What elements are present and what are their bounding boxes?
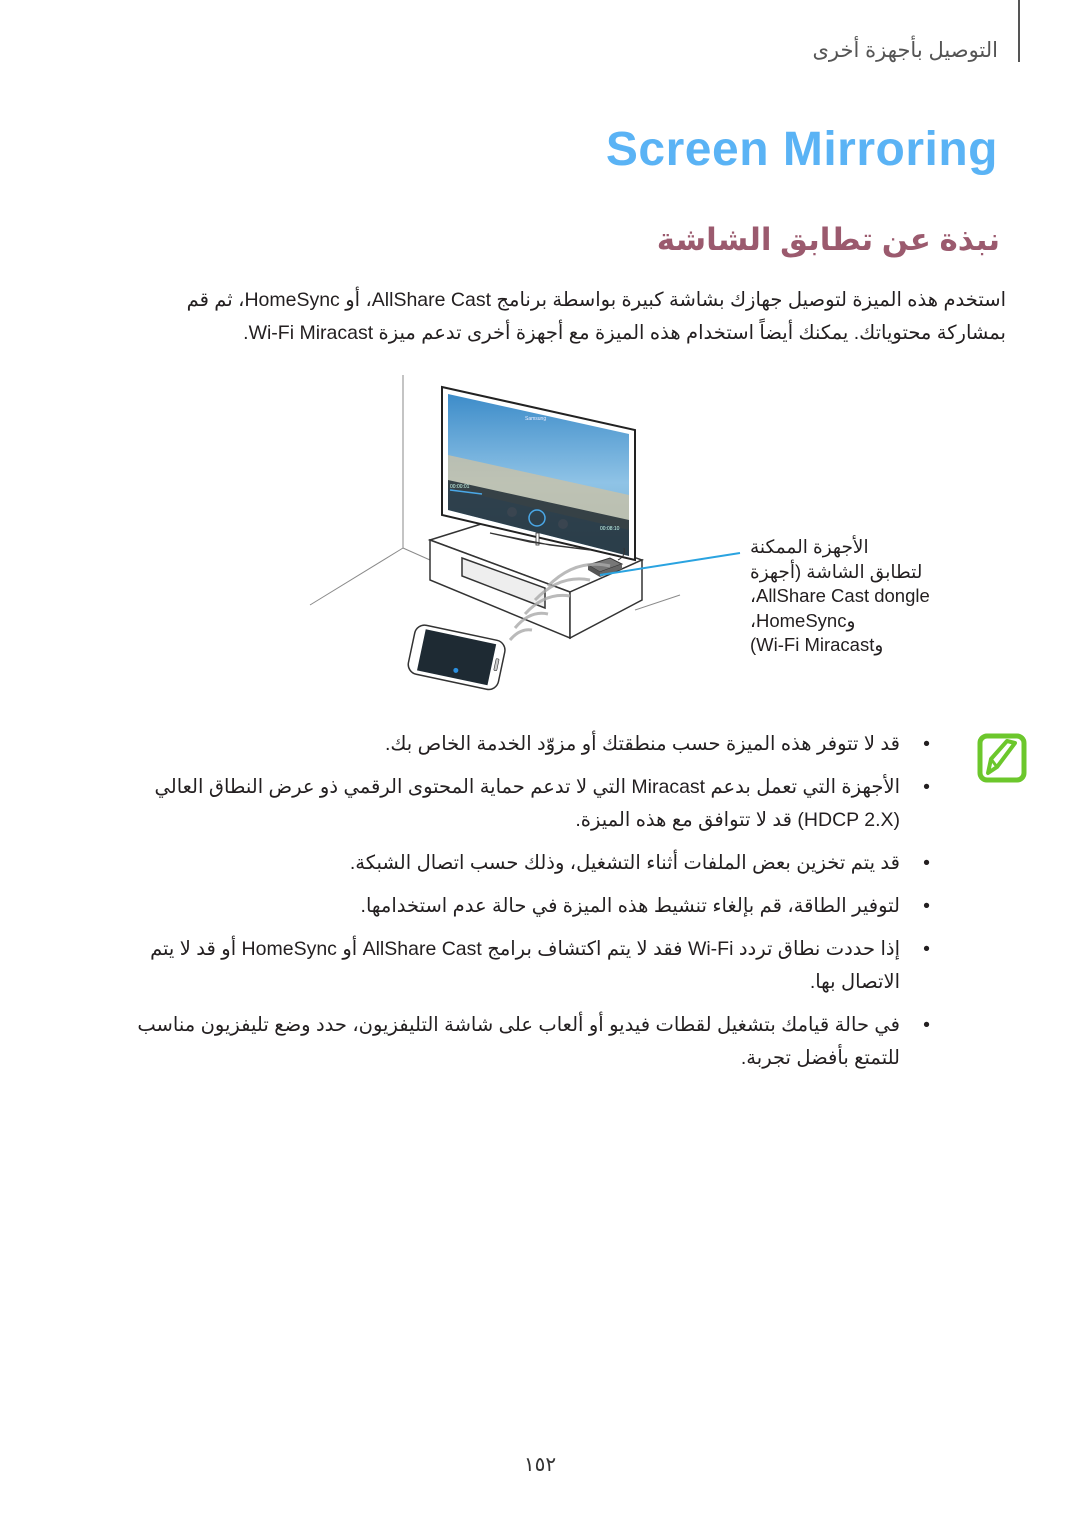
bullet: • <box>923 895 930 917</box>
note-item: • لتوفير الطاقة، قم بإلغاء تنشيط هذه المي… <box>100 890 930 923</box>
page-number: ١٥٢ <box>523 1454 557 1476</box>
note-item: • قد يتم تخزين بعض الملفات أثناء التشغيل،… <box>100 847 930 880</box>
callout-line-1: الأجهزة الممكنة <box>750 536 869 557</box>
intro-paragraph: استخدم هذه الميزة لتوصيل جهازك بشاشة كبي… <box>126 284 1006 350</box>
note-text: قد يتم تخزين بعض الملفات أثناء التشغيل، … <box>349 852 900 874</box>
note-text: إذا حددت نطاق تردد Wi-Fi فقد لا يتم اكتش… <box>150 938 900 993</box>
tv-total-time: 00:08:10 <box>600 526 620 532</box>
note-text: لتوفير الطاقة، قم بإلغاء تنشيط هذه الميز… <box>360 895 900 917</box>
callout-line-2: لتطابق الشاشة (أجهزة <box>750 560 923 582</box>
bullet: • <box>923 776 930 798</box>
note-text: في حالة قيامك بتشغيل لقطات فيديو أو ألعا… <box>137 1014 900 1069</box>
smartphone <box>407 624 506 691</box>
tv-screen-label: Samsung <box>525 416 546 422</box>
bullet: • <box>923 733 930 755</box>
callout-line-5: وWi-Fi Miracast) <box>750 634 884 655</box>
intro-line-2: بمشاركة محتوياتك. يمكنك أيضاً استخدام هذ… <box>243 322 1006 344</box>
header-divider <box>1018 0 1020 62</box>
note-text: قد لا تتوفر هذه الميزة حسب منطقتك أو مزو… <box>384 733 900 755</box>
note-pencil-icon <box>977 733 1027 783</box>
intro-line-1: استخدم هذه الميزة لتوصيل جهازك بشاشة كبي… <box>186 289 1006 311</box>
callout-line-3: AllShare Cast dongle، <box>750 585 930 606</box>
figure-callout: الأجهزة الممكنة لتطابق الشاشة (أجهزة All… <box>750 535 930 658</box>
note-item: • الأجهزة التي تعمل بدعم Miracast التي لا… <box>100 771 931 837</box>
bullet: • <box>923 852 930 874</box>
note-text: الأجهزة التي تعمل بدعم Miracast التي لا … <box>154 776 901 831</box>
notes-list: • قد لا تتوفر هذه الميزة حسب منطقتك أو مز… <box>100 728 930 1085</box>
bullet: • <box>923 938 930 960</box>
note-item: • إذا حددت نطاق تردد Wi-Fi فقد لا يتم اكت… <box>100 933 930 999</box>
section-title: التوصيل بأجهزة أخرى <box>812 39 999 62</box>
tv-next-button <box>558 519 568 529</box>
tv-prev-button <box>507 507 517 517</box>
note-item: • في حالة قيامك بتشغيل لقطات فيديو أو ألع… <box>100 1009 930 1075</box>
subheading: نبذة عن تطابق الشاشة <box>656 222 1000 257</box>
page-title: Screen Mirroring <box>605 123 998 176</box>
tv-elapsed-time: 00:00:01 <box>450 484 470 490</box>
note-item: • قد لا تتوفر هذه الميزة حسب منطقتك أو مز… <box>100 728 930 761</box>
callout-line-4: وHomeSync، <box>750 609 856 631</box>
bullet: • <box>923 1014 930 1036</box>
